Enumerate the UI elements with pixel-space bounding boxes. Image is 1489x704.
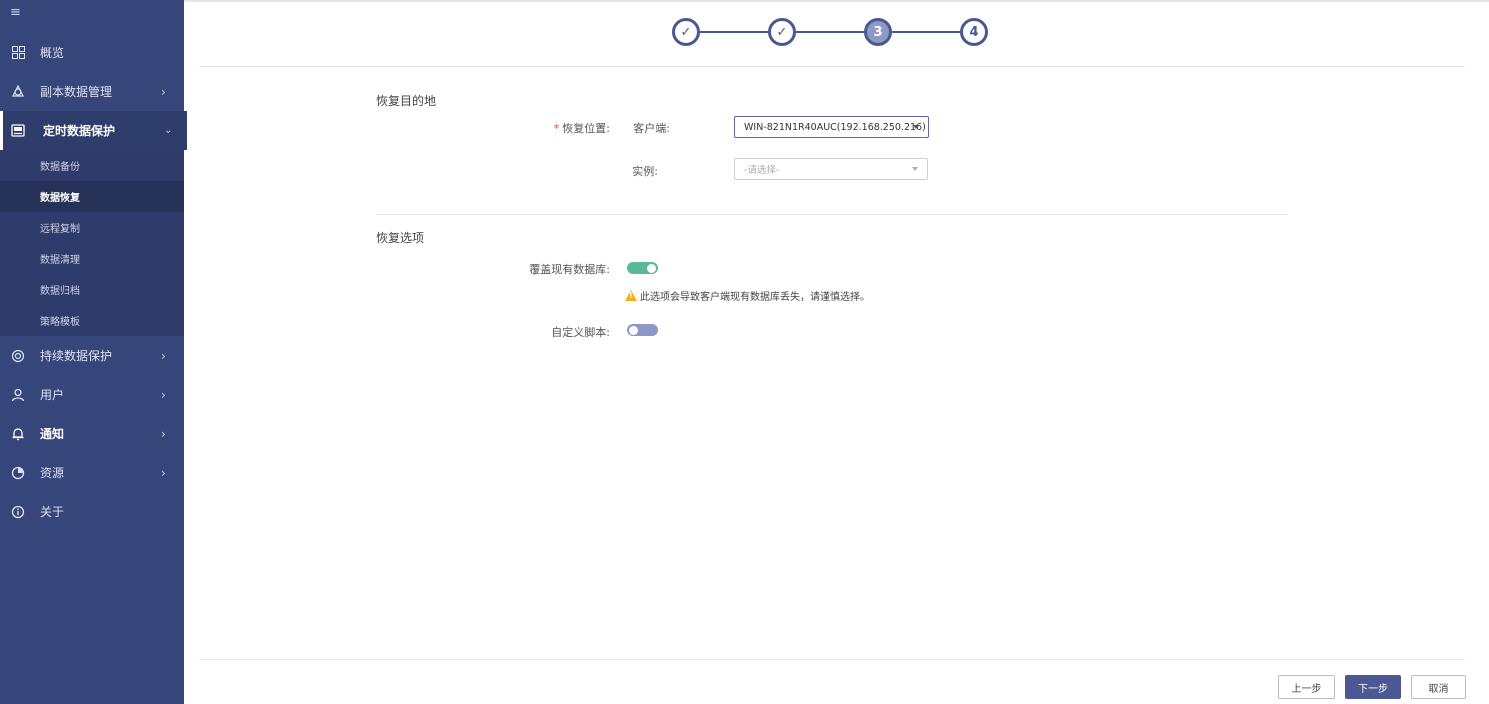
next-button[interactable]: 下一步 [1345, 675, 1401, 699]
submenu-label: 数据恢复 [40, 193, 80, 204]
caret-down-icon [913, 125, 919, 129]
step-number: 4 [969, 24, 979, 40]
hamburger-icon[interactable]: ≡ [10, 6, 24, 20]
instance-label: 实例: [632, 165, 658, 178]
client-select-value: WIN-821N1R40AUC(192.168.250.216) [744, 121, 926, 133]
toggle-knob [629, 325, 638, 335]
submenu-label: 远程复制 [40, 224, 80, 235]
warning-text: 此选项会导致客户端现有数据库丢失，请谨慎选择。 [640, 292, 870, 303]
sidebar-item-overview[interactable]: 概览 [0, 33, 184, 72]
step-2-done: ✓ [768, 18, 796, 46]
bell-icon [10, 426, 26, 442]
check-icon: ✓ [776, 24, 788, 40]
chevron-right-icon: › [161, 426, 166, 441]
caret-down-icon [912, 167, 918, 171]
divider [199, 66, 1465, 67]
cdp-icon [10, 348, 26, 364]
sidebar-item-resource[interactable]: 资源 › [0, 453, 184, 492]
restore-location-label: * 恢复位置: [530, 120, 610, 136]
chevron-right-icon: › [161, 84, 166, 99]
step-3-current: 3 [864, 18, 892, 46]
client-select[interactable]: WIN-821N1R40AUC(192.168.250.216) [734, 116, 929, 138]
section-title-options: 恢复选项 [376, 231, 425, 245]
top-rule [184, 0, 1489, 2]
submenu-item-remote-copy[interactable]: 远程复制 [0, 212, 184, 243]
step-4-todo: 4 [960, 18, 988, 46]
sidebar-item-about[interactable]: 关于 [0, 492, 184, 531]
replica-icon [10, 84, 26, 100]
grid-icon [10, 45, 26, 61]
submenu-label: 数据归档 [40, 286, 80, 297]
chevron-down-icon: ⌄ [164, 125, 173, 136]
warning-icon [625, 290, 637, 301]
sidebar-item-replica[interactable]: 副本数据管理 › [0, 72, 184, 111]
info-icon [10, 504, 26, 520]
pie-icon [10, 465, 26, 481]
step-number: 3 [873, 24, 883, 40]
step-1-done: ✓ [672, 18, 700, 46]
sidebar-item-continuous-protection[interactable]: 持续数据保护 › [0, 336, 184, 375]
sidebar: ≡ 概览 副本数据管理 › 定时数据保护 ⌄ 数据备份 数据恢复 远程复制 数据… [0, 0, 187, 704]
label-text: 恢复位置: [562, 122, 610, 135]
chevron-right-icon: › [161, 465, 166, 480]
submenu-item-archive[interactable]: 数据归档 [0, 274, 184, 305]
submenu-label: 策略模板 [40, 317, 80, 328]
sidebar-item-label: 资源 [40, 466, 65, 480]
toggle-knob [647, 263, 656, 273]
sidebar-item-label: 持续数据保护 [40, 349, 113, 363]
chevron-right-icon: › [161, 387, 166, 402]
submenu-label: 数据清理 [40, 255, 80, 266]
sidebar-item-label: 通知 [40, 427, 65, 441]
custom-script-toggle[interactable] [627, 324, 658, 336]
overwrite-toggle[interactable] [627, 262, 658, 274]
sidebar-item-user[interactable]: 用户 › [0, 375, 184, 414]
divider [376, 214, 1288, 215]
client-label: 客户端: [633, 122, 670, 135]
step-connector [700, 31, 770, 33]
overwrite-label: 覆盖现有数据库: [529, 263, 610, 276]
step-connector [892, 31, 962, 33]
sidebar-item-scheduled-protection[interactable]: 定时数据保护 ⌄ [0, 111, 187, 150]
drive-icon [10, 123, 26, 139]
check-icon: ✓ [680, 24, 692, 40]
required-mark: * [553, 122, 560, 135]
submenu: 数据备份 数据恢复 远程复制 数据清理 数据归档 策略模板 [0, 150, 184, 336]
warning-message: 此选项会导致客户端现有数据库丢失，请谨慎选择。 [625, 288, 870, 303]
submenu-item-backup[interactable]: 数据备份 [0, 150, 184, 181]
chevron-right-icon: › [161, 348, 166, 363]
step-connector [796, 31, 866, 33]
sidebar-item-label: 副本数据管理 [40, 85, 113, 99]
instance-select-placeholder: -请选择- [744, 165, 780, 176]
user-icon [10, 387, 26, 403]
sidebar-item-label: 定时数据保护 [43, 124, 116, 138]
sidebar-item-label: 概览 [40, 46, 65, 60]
sidebar-item-label: 用户 [40, 388, 65, 402]
instance-select[interactable]: -请选择- [734, 158, 928, 180]
custom-script-label: 自定义脚本: [551, 326, 610, 339]
section-title-destination: 恢复目的地 [376, 94, 437, 108]
divider [199, 659, 1465, 660]
sidebar-item-label: 关于 [40, 505, 65, 519]
prev-button[interactable]: 上一步 [1278, 675, 1335, 699]
submenu-item-restore[interactable]: 数据恢复 [0, 181, 184, 212]
submenu-item-cleanup[interactable]: 数据清理 [0, 243, 184, 274]
cancel-button[interactable]: 取消 [1411, 675, 1466, 699]
submenu-item-policy-template[interactable]: 策略模板 [0, 305, 184, 336]
submenu-label: 数据备份 [40, 162, 80, 173]
sidebar-item-notification[interactable]: 通知 › [0, 414, 184, 453]
